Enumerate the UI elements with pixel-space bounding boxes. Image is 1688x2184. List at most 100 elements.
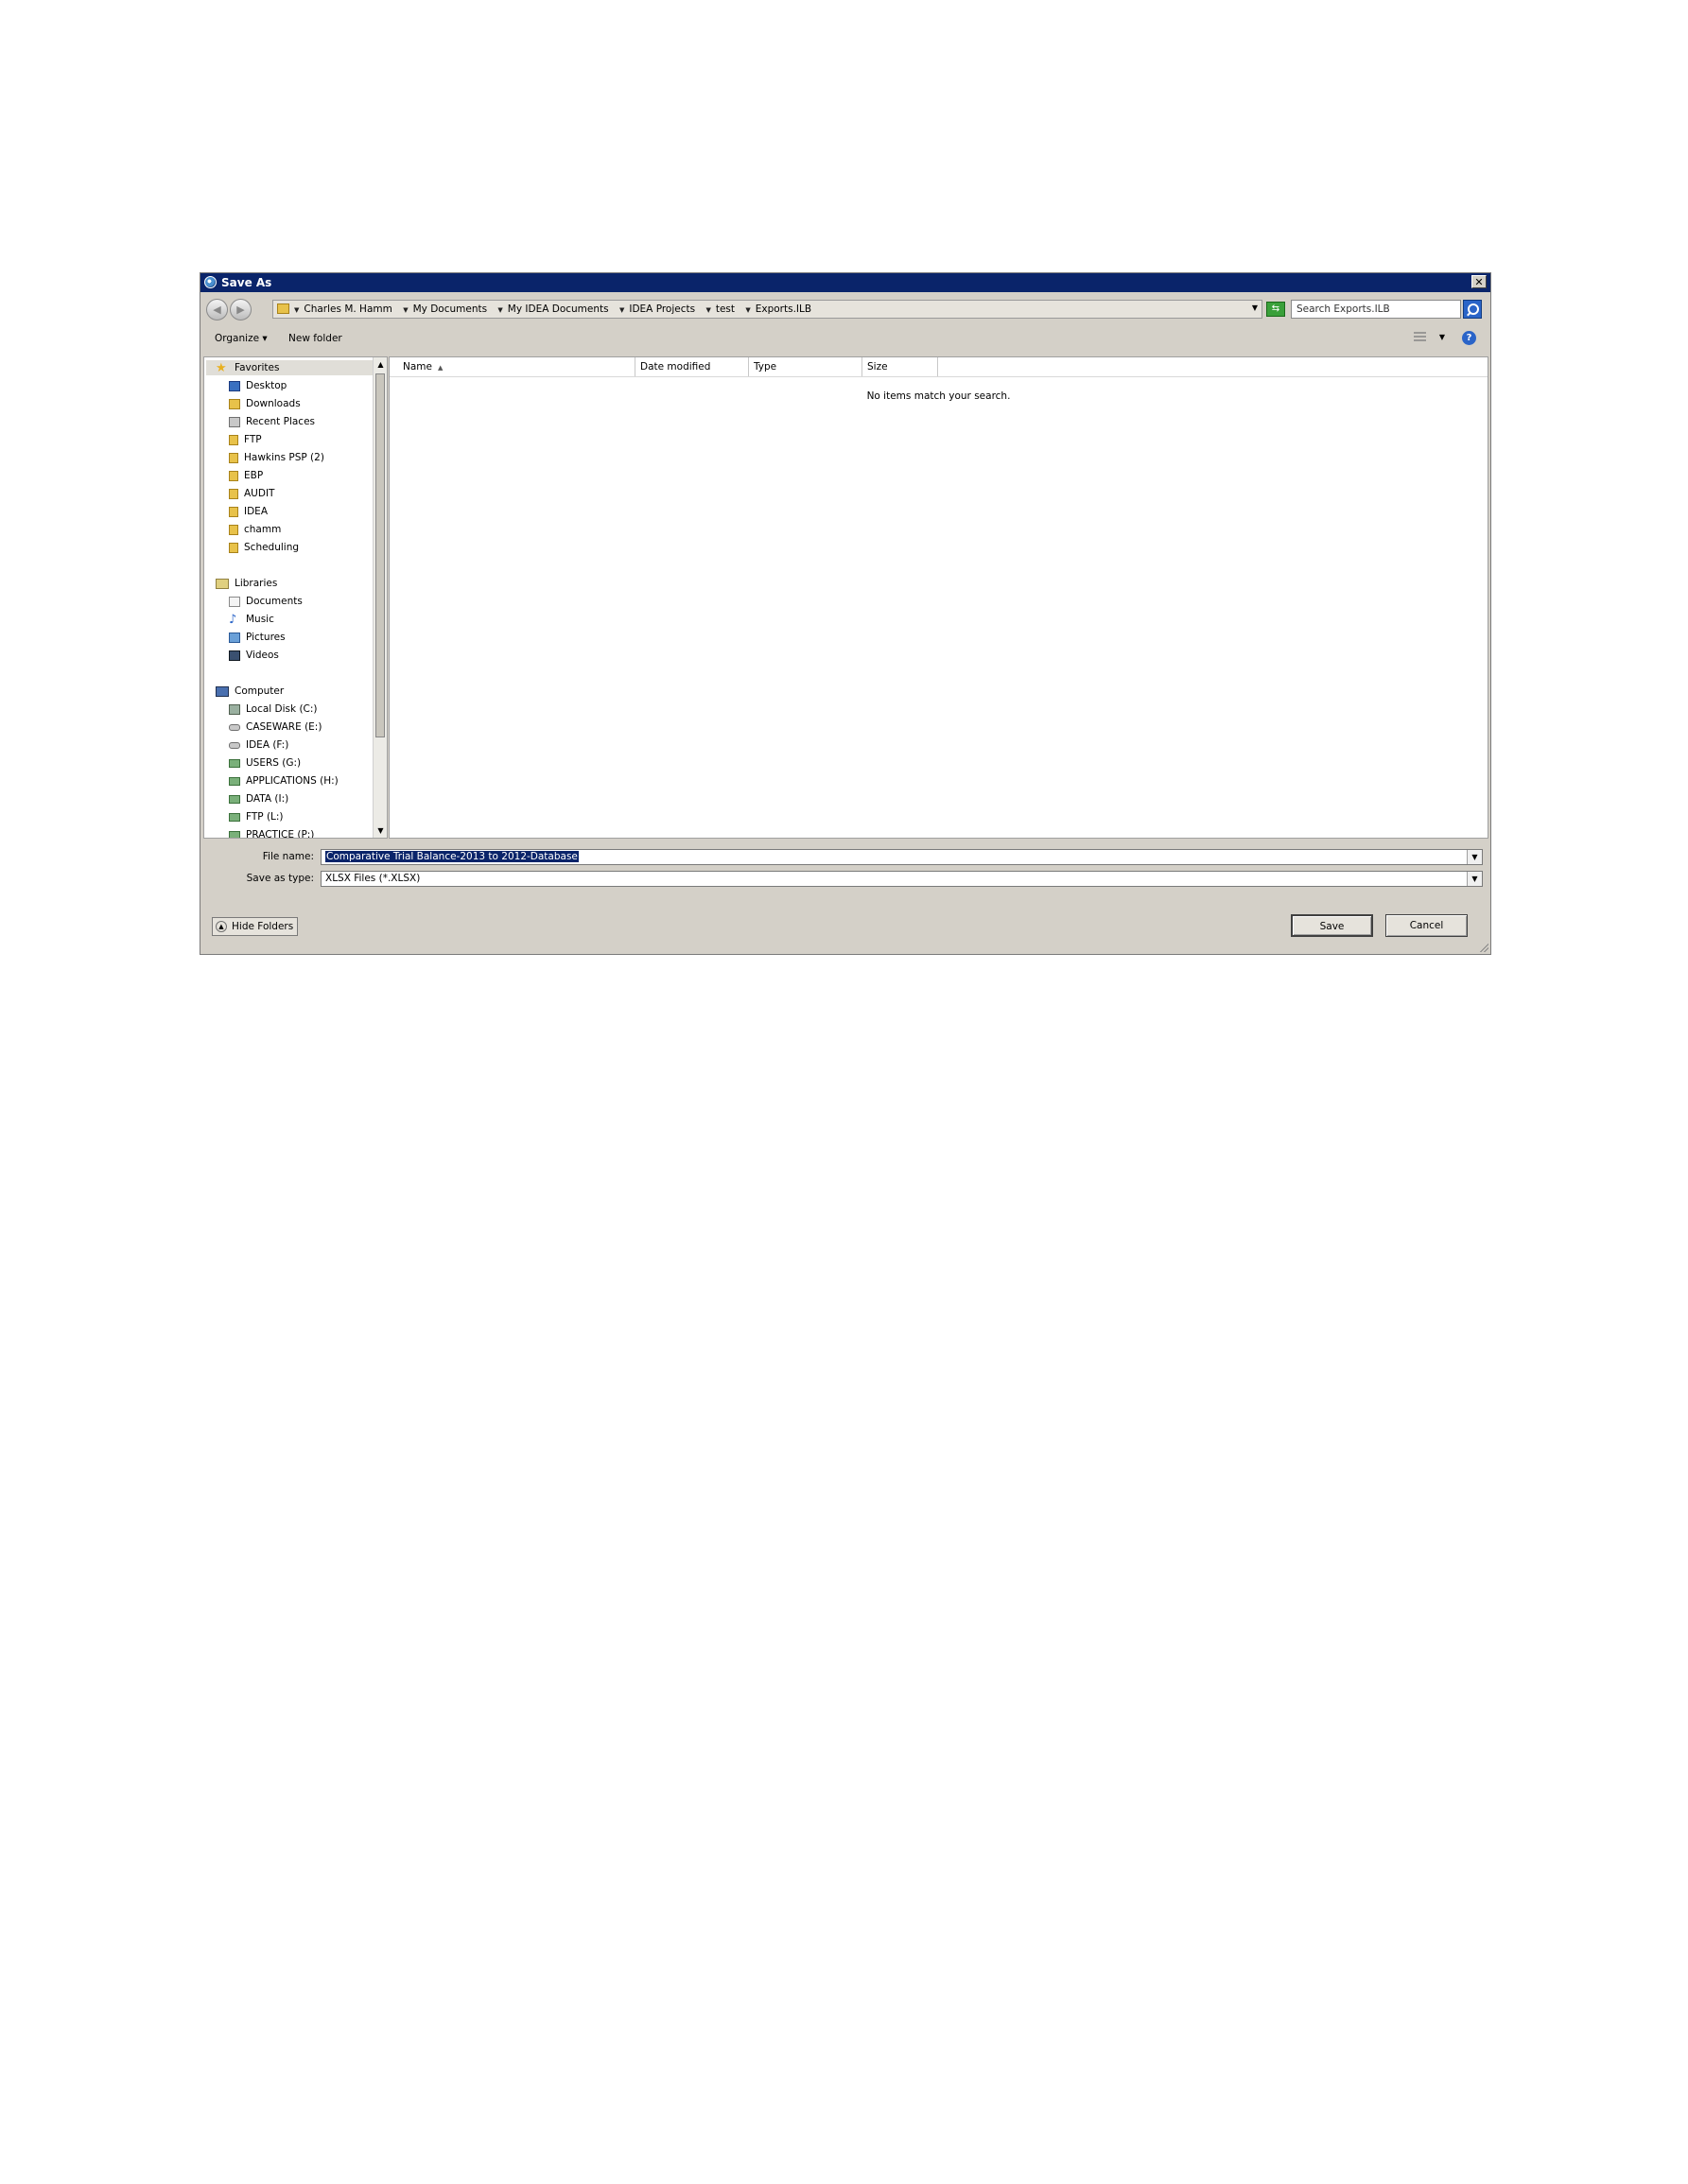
hide-folders-button[interactable]: ▲ Hide Folders — [212, 917, 299, 936]
navigation-pane: ★ Favorites Desktop Downloads Recent Plac… — [203, 356, 388, 839]
chevron-down-icon[interactable]: ▼ — [1439, 333, 1445, 341]
back-button[interactable]: ◀ — [206, 299, 228, 321]
folder-icon — [229, 470, 238, 481]
file-name-value: Comparative Trial Balance-2013 to 2012-D… — [325, 851, 579, 862]
nav-item[interactable]: Documents — [229, 596, 303, 607]
network-drive-icon — [229, 776, 240, 786]
save-type-select[interactable]: XLSX Files (*.XLSX) ▼ — [321, 871, 1483, 887]
view-options-icon[interactable] — [1414, 332, 1426, 343]
recent-places-icon — [229, 416, 240, 427]
folder-icon — [229, 542, 238, 553]
nav-computer[interactable]: Computer — [216, 685, 284, 697]
nav-item[interactable]: IDEA — [229, 506, 268, 517]
breadcrumb-item[interactable]: ▼ IDEA Projects — [619, 303, 695, 315]
nav-item[interactable]: USERS (G:) — [229, 757, 301, 769]
nav-item[interactable]: CASEWARE (E:) — [229, 721, 322, 733]
breadcrumb-item[interactable]: ▼ Charles M. Hamm — [294, 303, 392, 315]
drive-icon — [229, 723, 240, 731]
column-date-modified[interactable]: Date modified — [635, 357, 749, 376]
folder-icon — [229, 506, 238, 517]
videos-icon — [229, 650, 240, 661]
scroll-thumb[interactable] — [375, 373, 385, 737]
local-disk-icon — [229, 703, 240, 715]
nav-item[interactable]: ♪ Music — [229, 612, 274, 627]
empty-message: No items match your search. — [866, 390, 1011, 402]
chevron-up-icon: ▲ — [216, 921, 227, 932]
address-bar[interactable]: ▼ Charles M. Hamm ▼ My Documents ▼ My IDEA … — [272, 300, 1262, 319]
save-fields: File name: Comparative Trial Balance-201… — [200, 849, 1490, 896]
sort-ascending-icon: ▲ — [437, 364, 444, 372]
folder-icon — [229, 488, 238, 499]
save-type-label: Save as type: — [246, 873, 314, 884]
search-icon[interactable] — [1463, 300, 1482, 319]
nav-item[interactable]: FTP — [229, 434, 262, 445]
nav-item[interactable]: Local Disk (C:) — [229, 703, 318, 715]
computer-icon — [216, 685, 229, 697]
music-icon: ♪ — [229, 612, 237, 627]
nav-item[interactable]: Desktop — [229, 380, 287, 391]
nav-item[interactable]: Recent Places — [229, 416, 315, 427]
folder-icon — [229, 452, 238, 463]
file-name-field[interactable]: Comparative Trial Balance-2013 to 2012-D… — [321, 849, 1483, 865]
nav-item[interactable]: IDEA (F:) — [229, 739, 288, 751]
column-header: Name ▲ Date modified Type Size — [390, 357, 1488, 377]
help-icon[interactable]: ? — [1462, 331, 1476, 345]
libraries-icon — [216, 578, 229, 589]
column-name[interactable]: Name ▲ — [390, 357, 635, 376]
close-button[interactable]: ✕ — [1471, 275, 1487, 288]
refresh-button[interactable]: ⇆ — [1266, 302, 1285, 317]
network-drive-icon — [229, 794, 240, 804]
chevron-down-icon[interactable]: ▼ — [1467, 850, 1482, 864]
nav-item[interactable]: Scheduling — [229, 542, 299, 553]
column-size[interactable]: Size — [862, 357, 938, 376]
scroll-up-icon[interactable]: ▲ — [374, 357, 387, 372]
nav-item[interactable]: EBP — [229, 470, 263, 481]
cancel-button[interactable]: Cancel — [1385, 914, 1468, 937]
dialog-footer: ▲ Hide Folders Save Cancel — [200, 909, 1490, 946]
breadcrumb-item[interactable]: ▼ test — [705, 303, 735, 315]
breadcrumb-item[interactable]: ▼ My IDEA Documents — [497, 303, 608, 315]
save-button[interactable]: Save — [1291, 914, 1373, 937]
title-bar[interactable]: Save As ✕ — [200, 273, 1490, 292]
network-drive-icon — [229, 758, 240, 768]
chevron-down-icon[interactable]: ▼ — [1252, 303, 1258, 312]
scroll-down-icon[interactable]: ▼ — [374, 823, 387, 838]
nav-favorites[interactable]: ★ Favorites — [216, 362, 279, 374]
pictures-icon — [229, 632, 240, 643]
desktop-icon — [229, 380, 240, 391]
nav-item[interactable]: Videos — [229, 650, 279, 661]
nav-item[interactable]: Pictures — [229, 632, 286, 643]
save-as-dialog: Save As ✕ ◀ ▶ ▼ Charles M. Hamm ▼ My Docum… — [200, 272, 1491, 955]
breadcrumb-item[interactable]: ▼ Exports.ILB — [745, 303, 811, 315]
drive-icon — [229, 741, 240, 749]
file-name-label: File name: — [262, 851, 314, 862]
chevron-down-icon[interactable]: ▼ — [1467, 872, 1482, 886]
documents-icon — [229, 596, 240, 607]
nav-item[interactable]: PRACTICE (P:) — [229, 829, 314, 838]
nav-item[interactable]: AUDIT — [229, 488, 274, 499]
organize-button[interactable]: Organize ▾ — [215, 333, 268, 344]
address-row: ◀ ▶ ▼ Charles M. Hamm ▼ My Documents ▼ My I… — [200, 294, 1490, 324]
nav-libraries[interactable]: Libraries — [216, 578, 277, 589]
nav-item[interactable]: Downloads — [229, 398, 301, 409]
forward-button[interactable]: ▶ — [230, 299, 252, 321]
network-drive-icon — [229, 812, 240, 822]
nav-item[interactable]: DATA (I:) — [229, 793, 288, 805]
folder-icon — [229, 524, 238, 535]
search-input[interactable]: Search Exports.ILB — [1291, 300, 1461, 319]
nav-item[interactable]: chamm — [229, 524, 281, 535]
nav-item[interactable]: APPLICATIONS (H:) — [229, 775, 339, 787]
resize-grip[interactable] — [1479, 943, 1488, 952]
new-folder-button[interactable]: New folder — [288, 333, 342, 344]
app-icon — [204, 276, 217, 288]
breadcrumb-item[interactable]: ▼ My Documents — [403, 303, 487, 315]
breadcrumb: ▼ Charles M. Hamm ▼ My Documents ▼ My IDEA … — [294, 303, 819, 315]
folder-icon — [277, 303, 289, 314]
nav-item[interactable]: Hawkins PSP (2) — [229, 452, 324, 463]
column-type[interactable]: Type — [749, 357, 862, 376]
nav-item[interactable]: FTP (L:) — [229, 811, 284, 823]
window-title: Save As — [221, 276, 272, 289]
nav-scrollbar[interactable]: ▲ ▼ — [373, 357, 387, 838]
network-drive-icon — [229, 830, 240, 838]
save-type-value: XLSX Files (*.XLSX) — [325, 873, 421, 884]
